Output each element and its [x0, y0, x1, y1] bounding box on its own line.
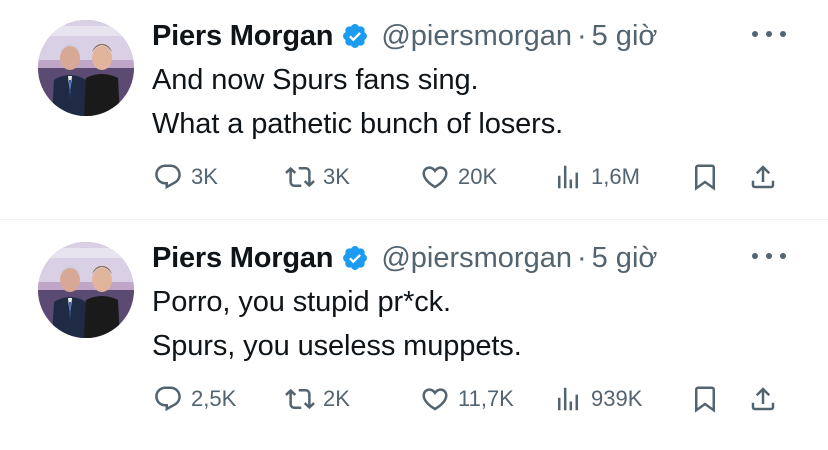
tweet-header: Piers Morgan @piersmorgan · 5 giờ: [152, 16, 657, 56]
bookmark-icon: [695, 386, 715, 413]
tweet-text-line: And now Spurs fans sing.: [152, 64, 479, 96]
views-count: 1,6M: [591, 164, 640, 189]
timestamp[interactable]: 5 giờ: [592, 20, 658, 53]
avatar-image: [38, 242, 134, 338]
views-icon: [558, 387, 578, 411]
bookmark-button[interactable]: [690, 157, 720, 197]
divider: [0, 219, 828, 220]
views-count: 939K: [591, 386, 643, 411]
reply-icon: [155, 386, 181, 412]
reply-button[interactable]: 2,5K: [153, 379, 236, 419]
tweet[interactable]: Piers Morgan @piersmorgan · 5 giờ And no…: [0, 0, 828, 220]
retweet-button[interactable]: 2K: [285, 379, 350, 419]
author-handle[interactable]: @piersmorgan: [381, 20, 572, 53]
action-bar: 3K 3K 20K 1,6M: [0, 157, 828, 197]
timestamp[interactable]: 5 giờ: [592, 242, 658, 275]
share-icon: [751, 387, 775, 411]
action-bar: 2,5K 2K 11,7K 939K: [0, 379, 828, 419]
more-icon[interactable]: [752, 22, 786, 46]
tweet-text-line: Porro, you stupid pr*ck.: [152, 286, 452, 318]
tweet-text-line: What a pathetic bunch of losers.: [152, 108, 564, 140]
retweet-button[interactable]: 3K: [285, 157, 350, 197]
tweet-text-line: Spurs, you useless muppets.: [152, 330, 522, 362]
tweet-text: Porro, you stupid pr*ck. Spurs, you usel…: [152, 280, 522, 368]
like-icon: [422, 388, 448, 411]
views-icon: [558, 165, 578, 189]
like-icon: [422, 166, 448, 189]
author-name[interactable]: Piers Morgan: [152, 242, 334, 275]
author-name[interactable]: Piers Morgan: [152, 20, 334, 53]
like-count: 20K: [458, 164, 498, 189]
tweet[interactable]: Piers Morgan @piersmorgan · 5 giờ Porro,…: [0, 222, 828, 442]
retweet-count: 3K: [323, 164, 350, 189]
retweet-count: 2K: [323, 386, 350, 411]
retweet-icon: [285, 166, 315, 188]
author-handle[interactable]: @piersmorgan: [381, 242, 572, 275]
timeline: Piers Morgan @piersmorgan · 5 giờ And no…: [0, 0, 828, 450]
verified-badge-icon: [341, 22, 369, 50]
bookmark-icon: [695, 164, 715, 191]
more-icon[interactable]: [752, 244, 786, 268]
avatar[interactable]: [38, 242, 134, 338]
avatar[interactable]: [38, 20, 134, 116]
share-icon: [751, 165, 775, 189]
like-count: 11,7K: [458, 386, 514, 411]
tweet-header: Piers Morgan @piersmorgan · 5 giờ: [152, 238, 657, 278]
share-button[interactable]: [748, 379, 778, 419]
separator-dot: ·: [576, 241, 587, 274]
reply-count: 2,5K: [191, 386, 237, 411]
views-button[interactable]: 939K: [553, 379, 642, 419]
views-button[interactable]: 1,6M: [553, 157, 640, 197]
reply-icon: [155, 164, 181, 190]
share-button[interactable]: [748, 157, 778, 197]
separator-dot: ·: [576, 19, 587, 52]
avatar-image: [38, 20, 134, 116]
reply-count: 3K: [191, 164, 218, 189]
bookmark-button[interactable]: [690, 379, 720, 419]
reply-button[interactable]: 3K: [153, 157, 218, 197]
like-button[interactable]: 20K: [420, 157, 497, 197]
verified-badge-icon: [341, 244, 369, 272]
retweet-icon: [285, 388, 315, 410]
tweet-text: And now Spurs fans sing. What a pathetic…: [152, 58, 563, 146]
like-button[interactable]: 11,7K: [420, 379, 514, 419]
